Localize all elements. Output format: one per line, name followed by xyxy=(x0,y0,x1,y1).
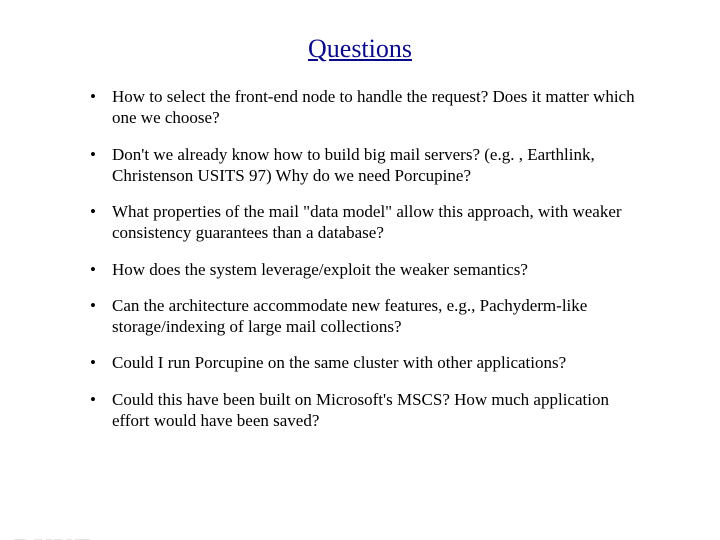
list-item: Could I run Porcupine on the same cluste… xyxy=(86,352,650,373)
list-item: How does the system leverage/exploit the… xyxy=(86,259,650,280)
slide: Questions How to select the front-end no… xyxy=(0,34,720,540)
footer-org: DUKE xyxy=(14,534,93,540)
list-item: Can the architecture accommodate new fea… xyxy=(86,295,650,338)
slide-body: How to select the front-end node to hand… xyxy=(0,86,720,431)
slide-title: Questions xyxy=(0,34,720,64)
bullet-text: How does the system leverage/exploit the… xyxy=(112,260,528,279)
bullet-text: Could I run Porcupine on the same cluste… xyxy=(112,353,566,372)
list-item: What properties of the mail "data model"… xyxy=(86,201,650,244)
bullet-text: Can the architecture accommodate new fea… xyxy=(112,296,587,336)
bullet-text: Don't we already know how to build big m… xyxy=(112,145,595,185)
bullet-text: What properties of the mail "data model"… xyxy=(112,202,622,242)
list-item: How to select the front-end node to hand… xyxy=(86,86,650,129)
list-item: Could this have been built on Microsoft'… xyxy=(86,389,650,432)
list-item: Don't we already know how to build big m… xyxy=(86,144,650,187)
bullet-text: How to select the front-end node to hand… xyxy=(112,87,635,127)
footer: DUKE Systems & Architecture xyxy=(14,534,253,540)
bullet-text: Could this have been built on Microsoft'… xyxy=(112,390,609,430)
bullet-list: How to select the front-end node to hand… xyxy=(86,86,650,431)
